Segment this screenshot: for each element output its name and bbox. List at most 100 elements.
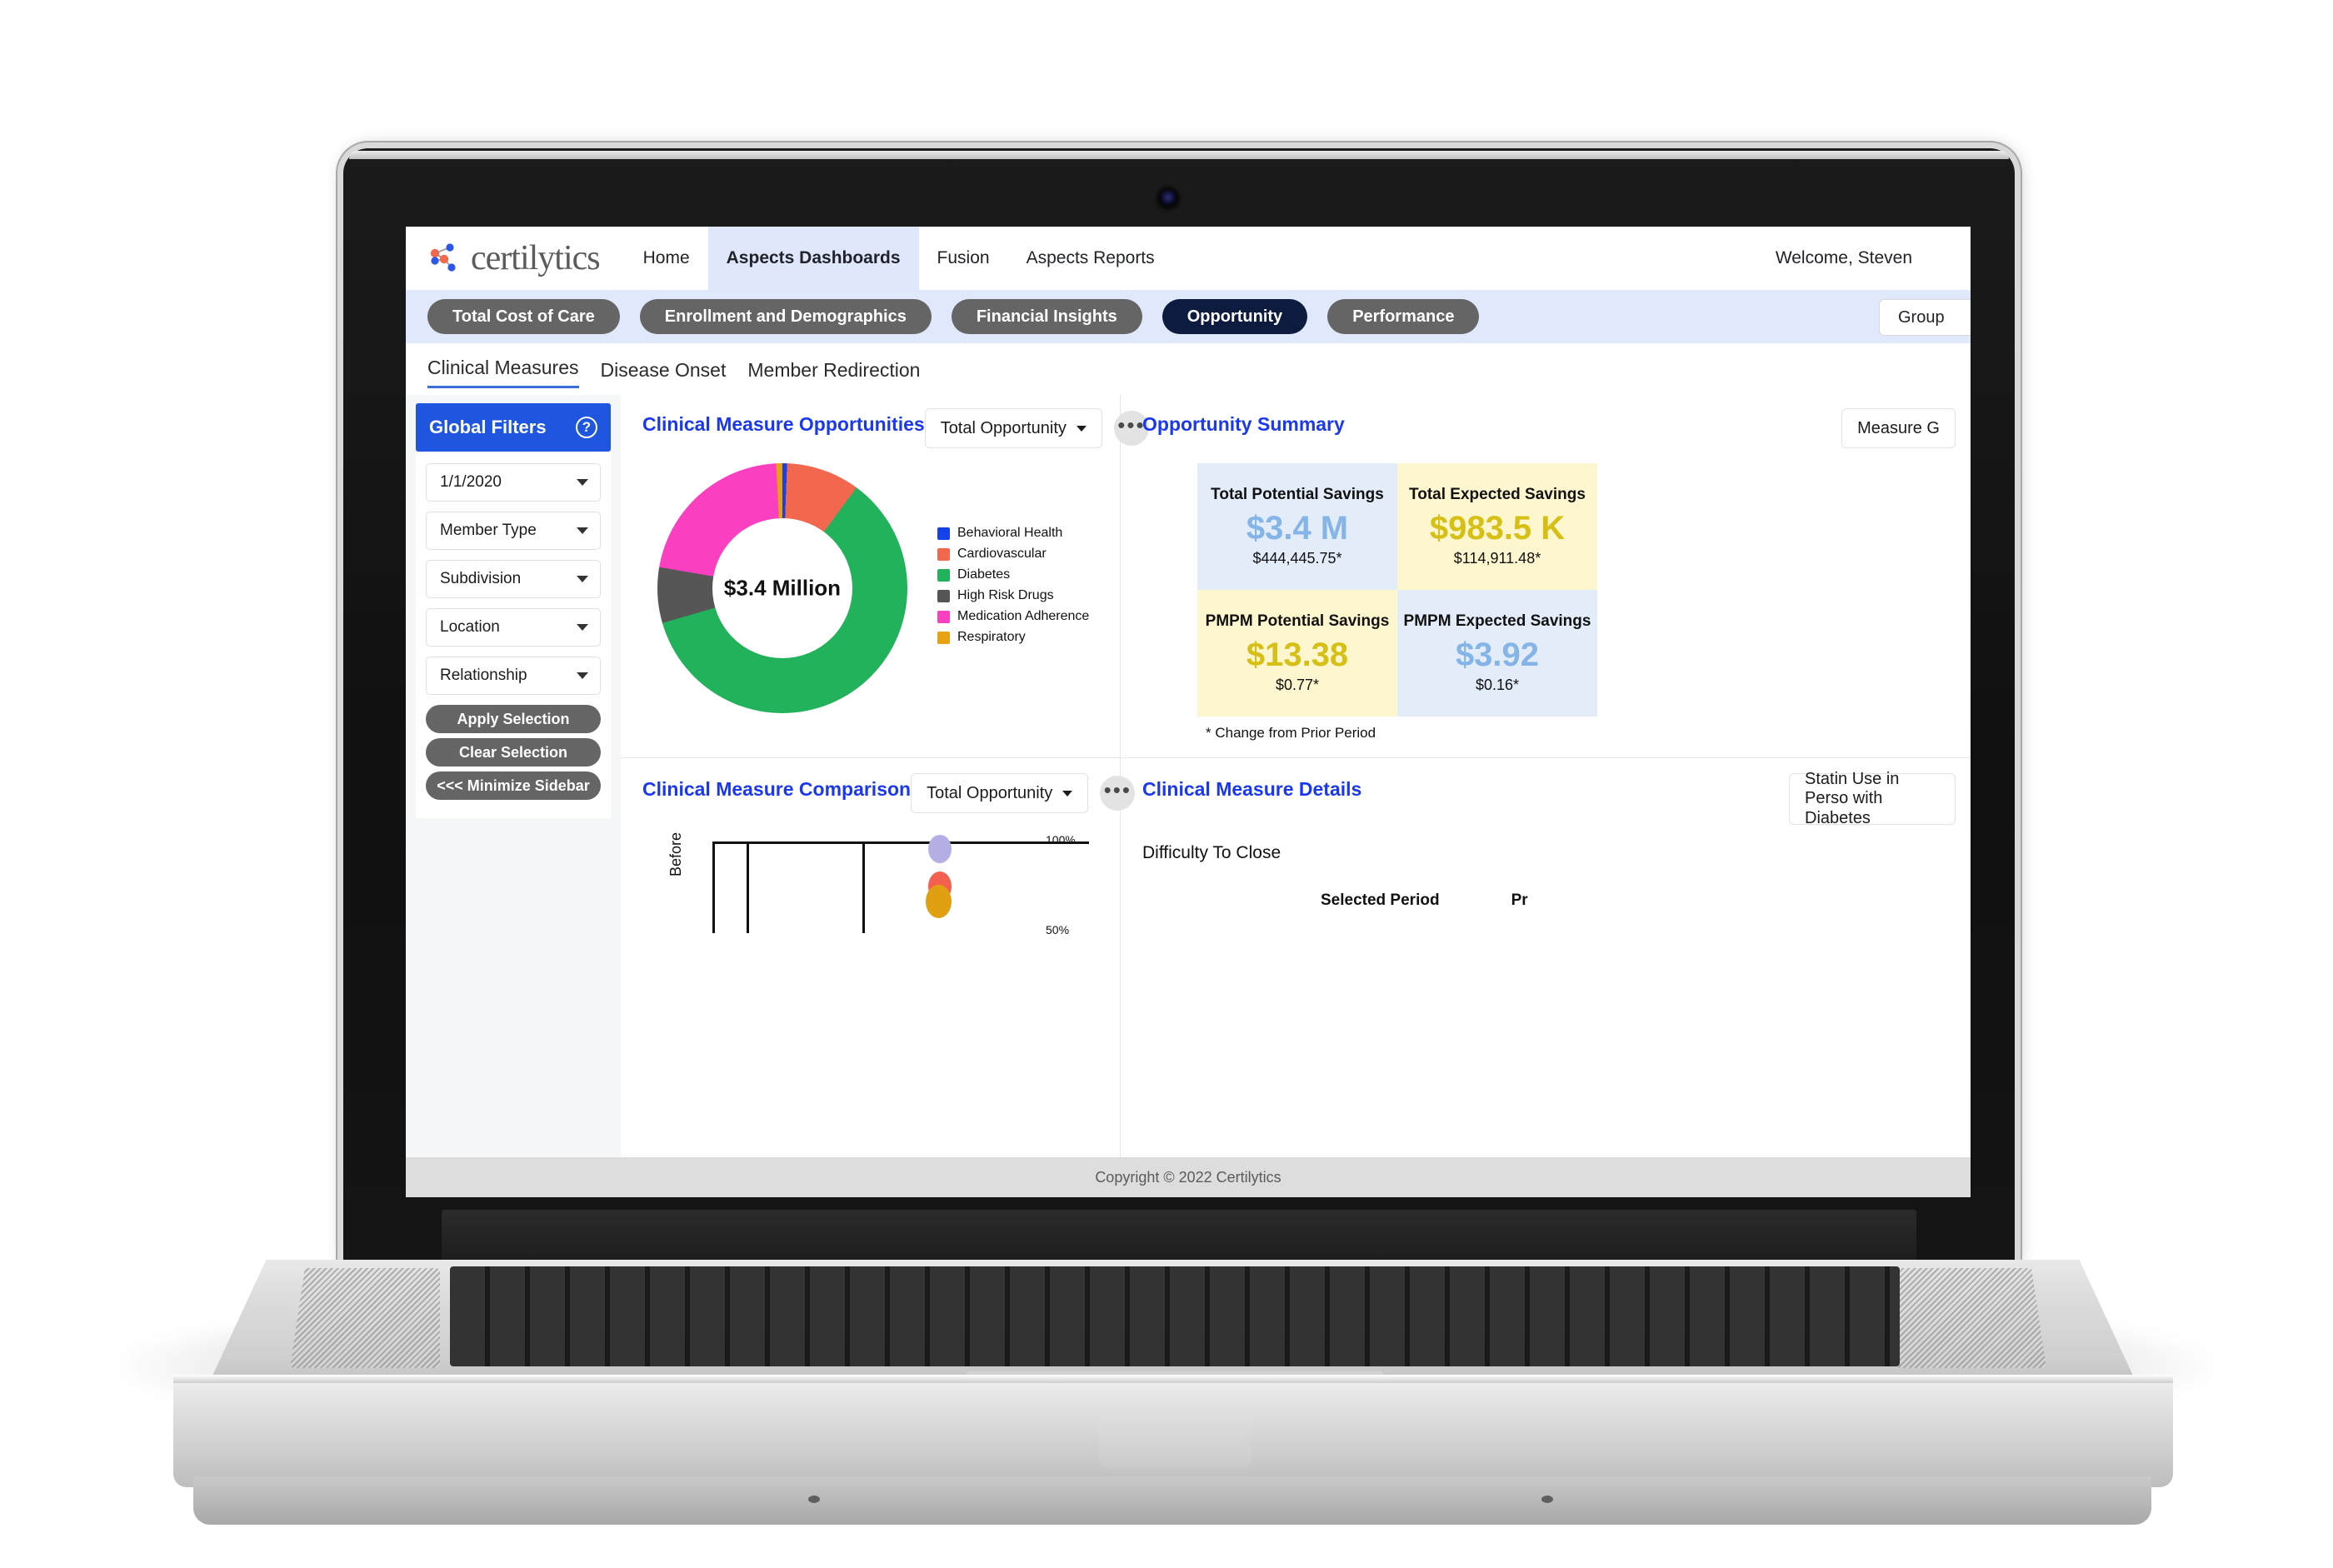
kpi-footnote: * Change from Prior Period — [1206, 725, 1376, 741]
brand-wordmark: certilytics — [471, 239, 601, 277]
legend-item[interactable]: High Risk Drugs — [937, 588, 1089, 603]
kpi-label: PMPM Potential Savings — [1205, 612, 1390, 631]
filter-location-label: Location — [440, 618, 500, 636]
clinical-measure-details-panel: Clinical Measure Details Statin Use in P… — [1121, 758, 1971, 1157]
legend-label: Diabetes — [957, 567, 1011, 582]
nav-item-fusion[interactable]: Fusion — [919, 227, 1008, 290]
clear-selection-button[interactable]: Clear Selection — [426, 738, 601, 767]
chevron-down-icon — [577, 624, 588, 631]
summary-panel-header: Opportunity Summary Measure G — [1121, 408, 1971, 455]
filter-date[interactable]: 1/1/2020 — [426, 463, 601, 502]
legend-swatch-icon — [937, 527, 950, 540]
pill-financial-insights[interactable]: Financial Insights — [951, 299, 1142, 334]
legend-swatch-icon — [937, 589, 950, 602]
tab-member-redirection[interactable]: Member Redirection — [747, 359, 920, 388]
comparison-divider-line-2 — [862, 841, 865, 933]
details-panel-controls: Statin Use in Perso with Diabetes — [1789, 770, 1956, 827]
filter-member-type[interactable]: Member Type — [426, 512, 601, 550]
chevron-down-icon — [1076, 425, 1087, 432]
sub-tab-bar: Clinical Measures Disease Onset Member R… — [406, 343, 1971, 395]
group-select-dropdown[interactable]: Group — [1879, 299, 1971, 336]
chevron-down-icon — [577, 672, 588, 679]
help-icon[interactable]: ? — [576, 417, 597, 438]
comparison-panel-controls: Total Opportunity ••• — [911, 773, 1136, 813]
legend-item[interactable]: Cardiovascular — [937, 547, 1089, 562]
filter-relationship[interactable]: Relationship — [426, 657, 601, 695]
apply-selection-button[interactable]: Apply Selection — [426, 705, 601, 733]
comparison-metric-dropdown[interactable]: Total Opportunity — [911, 773, 1089, 813]
measure-group-dropdown[interactable]: Measure G — [1841, 408, 1956, 448]
filter-member-type-label: Member Type — [440, 522, 537, 539]
opportunity-summary-panel: Opportunity Summary Measure G Total Pote… — [1121, 395, 1971, 757]
comparison-scatter-plot[interactable]: Before 100% 50% — [667, 832, 1089, 936]
tab-clinical-measures[interactable]: Clinical Measures — [427, 357, 579, 388]
pill-opportunity[interactable]: Opportunity — [1162, 299, 1308, 334]
kpi-pmpm-potential-savings[interactable]: PMPM Potential Savings $13.38 $0.77* — [1197, 590, 1397, 717]
nav-item-aspects-dashboards[interactable]: Aspects Dashboards — [707, 227, 919, 290]
legend-item[interactable]: Diabetes — [937, 567, 1089, 582]
lid-bottom-chin — [442, 1210, 1916, 1266]
kpi-grid: Total Potential Savings $3.4 M $444,445.… — [1197, 463, 1971, 717]
comparison-y-axis-label: Before — [667, 831, 684, 876]
details-col-selected-period: Selected Period — [1321, 891, 1440, 909]
kpi-delta: $114,911.48* — [1453, 549, 1541, 567]
legend-item[interactable]: Behavioral Health — [937, 526, 1089, 541]
nav-item-aspects-reports[interactable]: Aspects Reports — [1008, 227, 1173, 290]
opportunities-panel-header: Clinical Measure Opportunities Total Opp… — [621, 408, 1149, 455]
webcam-icon — [1159, 189, 1177, 207]
dashboard-category-bar: Total Cost of Care Enrollment and Demogr… — [406, 290, 1971, 343]
donut-chart-legend: Behavioral Health Cardiovascular Diabetes H… — [937, 526, 1089, 651]
comparison-point-purple[interactable] — [928, 835, 952, 863]
top-panel-row: Clinical Measure Opportunities Total Opp… — [621, 395, 1971, 758]
kpi-value: $13.38 — [1246, 636, 1349, 673]
bottom-panel-row: Clinical Measure Comparison Total Opport… — [621, 758, 1971, 1157]
kpi-total-potential-savings[interactable]: Total Potential Savings $3.4 M $444,445.… — [1197, 463, 1397, 590]
legend-label: Respiratory — [957, 630, 1026, 644]
kpi-label: Total Expected Savings — [1409, 486, 1586, 504]
filter-location[interactable]: Location — [426, 608, 601, 647]
comparison-divider-line-1 — [747, 841, 749, 933]
kpi-total-expected-savings[interactable]: Total Expected Savings $983.5 K $114,911… — [1397, 463, 1597, 590]
details-column-headers: Selected Period Pr — [1121, 863, 1971, 911]
filter-subdivision[interactable]: Subdivision — [426, 560, 601, 598]
welcome-user-label[interactable]: Welcome, Steven — [1776, 248, 1912, 268]
top-navigation-bar: certilytics Home Aspects Dashboards Fusi… — [406, 227, 1971, 290]
summary-panel-controls: Measure G — [1841, 408, 1956, 448]
kpi-pmpm-expected-savings[interactable]: PMPM Expected Savings $3.92 $0.16* — [1397, 590, 1597, 717]
main-content: Clinical Measure Opportunities Total Opp… — [621, 395, 1971, 1157]
main-nav-links: Home Aspects Dashboards Fusion Aspects R… — [625, 227, 1173, 290]
legend-item[interactable]: Respiratory — [937, 630, 1089, 645]
kpi-delta: $444,445.75* — [1252, 549, 1342, 567]
legend-item[interactable]: Medication Adherence — [937, 609, 1089, 624]
pill-total-cost-of-care[interactable]: Total Cost of Care — [427, 299, 620, 334]
lid-top-edge — [349, 151, 2009, 159]
opportunities-donut-chart[interactable]: $3.4 Million — [657, 463, 907, 713]
legend-label: Medication Adherence — [957, 609, 1090, 623]
pill-enrollment-and-demographics[interactable]: Enrollment and Demographics — [639, 299, 932, 334]
brand-logo[interactable]: certilytics — [406, 238, 625, 278]
details-panel-title: Clinical Measure Details — [1142, 778, 1362, 800]
filter-date-label: 1/1/2020 — [440, 473, 502, 491]
minimize-sidebar-button[interactable]: <<< Minimize Sidebar — [426, 772, 601, 800]
kpi-delta: $0.16* — [1475, 676, 1520, 693]
legend-label: Behavioral Health — [957, 526, 1063, 540]
comparison-point-orange[interactable] — [926, 885, 952, 918]
opportunities-metric-dropdown[interactable]: Total Opportunity — [924, 408, 1102, 448]
pill-performance[interactable]: Performance — [1327, 299, 1480, 334]
legend-swatch-icon — [937, 568, 950, 582]
laptop-front-notch — [1098, 1416, 1252, 1468]
legend-label: High Risk Drugs — [957, 588, 1054, 602]
donut-center-label: $3.4 Million — [723, 575, 842, 601]
measure-select-dropdown[interactable]: Statin Use in Perso with Diabetes — [1789, 770, 1956, 827]
chevron-down-icon — [577, 527, 588, 534]
sidebar-header: Global Filters ? — [416, 403, 611, 452]
sidebar-body: 1/1/2020 Member Type Subdivision Locatio… — [416, 452, 611, 818]
tab-disease-onset[interactable]: Disease Onset — [601, 359, 727, 388]
laptop-foot-left — [808, 1496, 820, 1503]
legend-swatch-icon — [937, 547, 950, 561]
opportunities-panel-controls: Total Opportunity ••• — [924, 408, 1149, 448]
laptop-base-front-lip — [173, 1375, 2173, 1383]
nav-item-home[interactable]: Home — [625, 227, 708, 290]
screenshot-stage: certilytics Home Aspects Dashboards Fusi… — [0, 0, 2333, 1568]
kpi-value: $983.5 K — [1429, 509, 1566, 547]
